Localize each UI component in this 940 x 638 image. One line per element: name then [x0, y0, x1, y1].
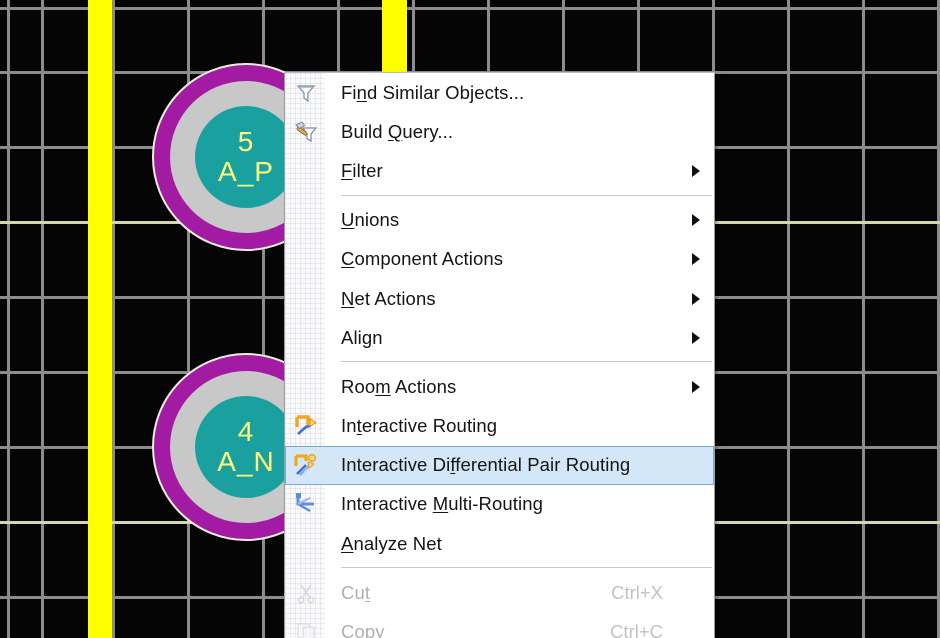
- menu-item-label: Copy: [341, 621, 385, 638]
- context-menu-item-list: Find Similar Objects... Build Query... Fi…: [285, 73, 714, 638]
- menu-item-interactive-routing[interactable]: Interactive Routing: [285, 407, 714, 446]
- menu-item-icon-placeholder: [286, 368, 326, 405]
- menu-item-label: Interactive Multi-Routing: [341, 493, 543, 515]
- menu-item-label: Find Similar Objects...: [341, 81, 525, 103]
- scissors-icon: [286, 574, 326, 611]
- menu-item-label: Analyze Net: [341, 532, 442, 554]
- menu-item-component-actions[interactable]: Component Actions: [285, 240, 714, 279]
- menu-separator-line: [341, 361, 712, 363]
- submenu-arrow-icon: [685, 253, 707, 266]
- menu-item-label: Component Actions: [341, 248, 504, 270]
- menu-item-interactive-differential-pair-routing[interactable]: Interactive Differential Pair Routing: [285, 445, 714, 485]
- menu-separator: [285, 563, 714, 573]
- menu-item-icon-placeholder: [286, 319, 326, 356]
- menu-item-icon-placeholder: [286, 152, 326, 189]
- grid-line-horizontal: [0, 7, 940, 10]
- pad-hole: 5 A_P: [194, 105, 298, 209]
- menu-item-icon-placeholder: [286, 525, 326, 562]
- menu-item-shortcut: Ctrl+X: [611, 581, 663, 603]
- menu-item-label: Net Actions: [341, 287, 436, 309]
- pad-net-name: A_P: [218, 156, 274, 187]
- submenu-arrow-icon: [685, 292, 707, 305]
- pcb-editor-window: 5 A_P 4 A_N Find Similar Objects... Buil…: [0, 0, 940, 638]
- menu-separator-line: [341, 567, 712, 569]
- menu-item-shortcut: Ctrl+C: [610, 621, 663, 638]
- menu-item-net-actions[interactable]: Net Actions: [285, 279, 714, 318]
- menu-item-find-similar-objects[interactable]: Find Similar Objects...: [285, 73, 714, 112]
- context-menu[interactable]: Find Similar Objects... Build Query... Fi…: [284, 72, 715, 638]
- menu-item-room-actions[interactable]: Room Actions: [285, 367, 714, 406]
- menu-item-icon-placeholder: [286, 202, 326, 239]
- pad-designator: 4: [237, 416, 255, 448]
- menu-item-label: Interactive Differential Pair Routing: [341, 454, 631, 476]
- menu-separator-line: [341, 194, 712, 196]
- pad-designator: 5: [237, 126, 255, 158]
- submenu-arrow-icon: [685, 164, 707, 177]
- menu-item-build-query[interactable]: Build Query...: [285, 112, 714, 151]
- menu-item-label: Unions: [341, 209, 400, 231]
- pad-hole: 4 A_N: [194, 395, 298, 499]
- menu-item-align[interactable]: Align: [285, 318, 714, 357]
- menu-item-label: Room Actions: [341, 375, 457, 397]
- grid-line-vertical: [7, 0, 10, 638]
- menu-item-icon-placeholder: [286, 280, 326, 317]
- menu-item-label: Interactive Routing: [341, 415, 498, 437]
- menu-item-analyze-net[interactable]: Analyze Net: [285, 524, 714, 563]
- menu-item-label: Filter: [341, 159, 383, 181]
- copy-icon: [286, 613, 326, 638]
- interactive-routing-icon: [286, 408, 326, 445]
- grid-line-vertical: [41, 0, 44, 638]
- yellow-track-upper[interactable]: [382, 0, 407, 72]
- pad-net-name: A_N: [217, 446, 275, 477]
- menu-item-icon-placeholder: [286, 241, 326, 278]
- hammer-funnel-icon: [286, 113, 326, 150]
- menu-item-filter[interactable]: Filter: [285, 151, 714, 190]
- menu-item-unions[interactable]: Unions: [285, 201, 714, 240]
- submenu-arrow-icon: [685, 331, 707, 344]
- grid-line-vertical: [787, 0, 790, 638]
- menu-item-label: Cut: [341, 581, 371, 603]
- menu-separator: [285, 357, 714, 367]
- submenu-arrow-icon: [685, 380, 707, 393]
- grid-line-vertical: [112, 0, 115, 638]
- menu-item-cut: Cut Ctrl+X: [285, 573, 714, 612]
- grid-line-vertical: [862, 0, 865, 638]
- differential-pair-routing-icon: [286, 447, 326, 484]
- menu-separator: [285, 191, 714, 201]
- menu-item-copy: Copy Ctrl+C: [285, 612, 714, 638]
- submenu-arrow-icon: [685, 214, 707, 227]
- multi-routing-icon: [286, 486, 326, 523]
- menu-item-interactive-multi-routing[interactable]: Interactive Multi-Routing: [285, 485, 714, 524]
- menu-item-label: Build Query...: [341, 120, 454, 142]
- filter-funnel-icon: [286, 74, 326, 111]
- yellow-track-left[interactable]: [88, 0, 112, 638]
- menu-item-label: Align: [341, 326, 383, 348]
